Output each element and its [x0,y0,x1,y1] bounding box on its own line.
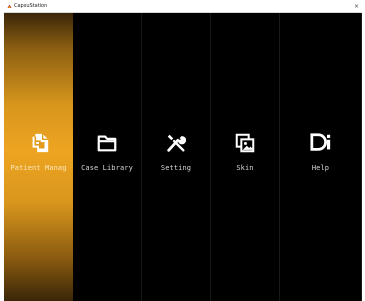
patient-management-icon [32,133,48,153]
menu-item-case-library[interactable]: Case Library [73,13,142,301]
main-menu: Patient Manag Case Library Setting Skin … [4,13,362,301]
menu-item-setting[interactable]: Setting [142,13,211,301]
app-logo-icon [7,4,12,8]
close-button[interactable]: × [354,0,359,13]
menu-item-skin[interactable]: Skin [211,13,280,301]
app-window: CapsuStation × Patient Manag Case Librar… [4,0,362,301]
menu-item-patient-management[interactable]: Patient Manag [4,13,73,301]
title-bar: CapsuStation × [4,0,362,13]
folder-icon [97,135,117,152]
menu-label: Help [311,164,330,172]
gallery-icon [235,133,255,153]
window-title: CapsuStation [14,3,48,9]
menu-item-help[interactable]: Help [280,13,362,301]
wrench-screwdriver-icon [167,134,187,152]
help-document-icon [309,133,330,151]
